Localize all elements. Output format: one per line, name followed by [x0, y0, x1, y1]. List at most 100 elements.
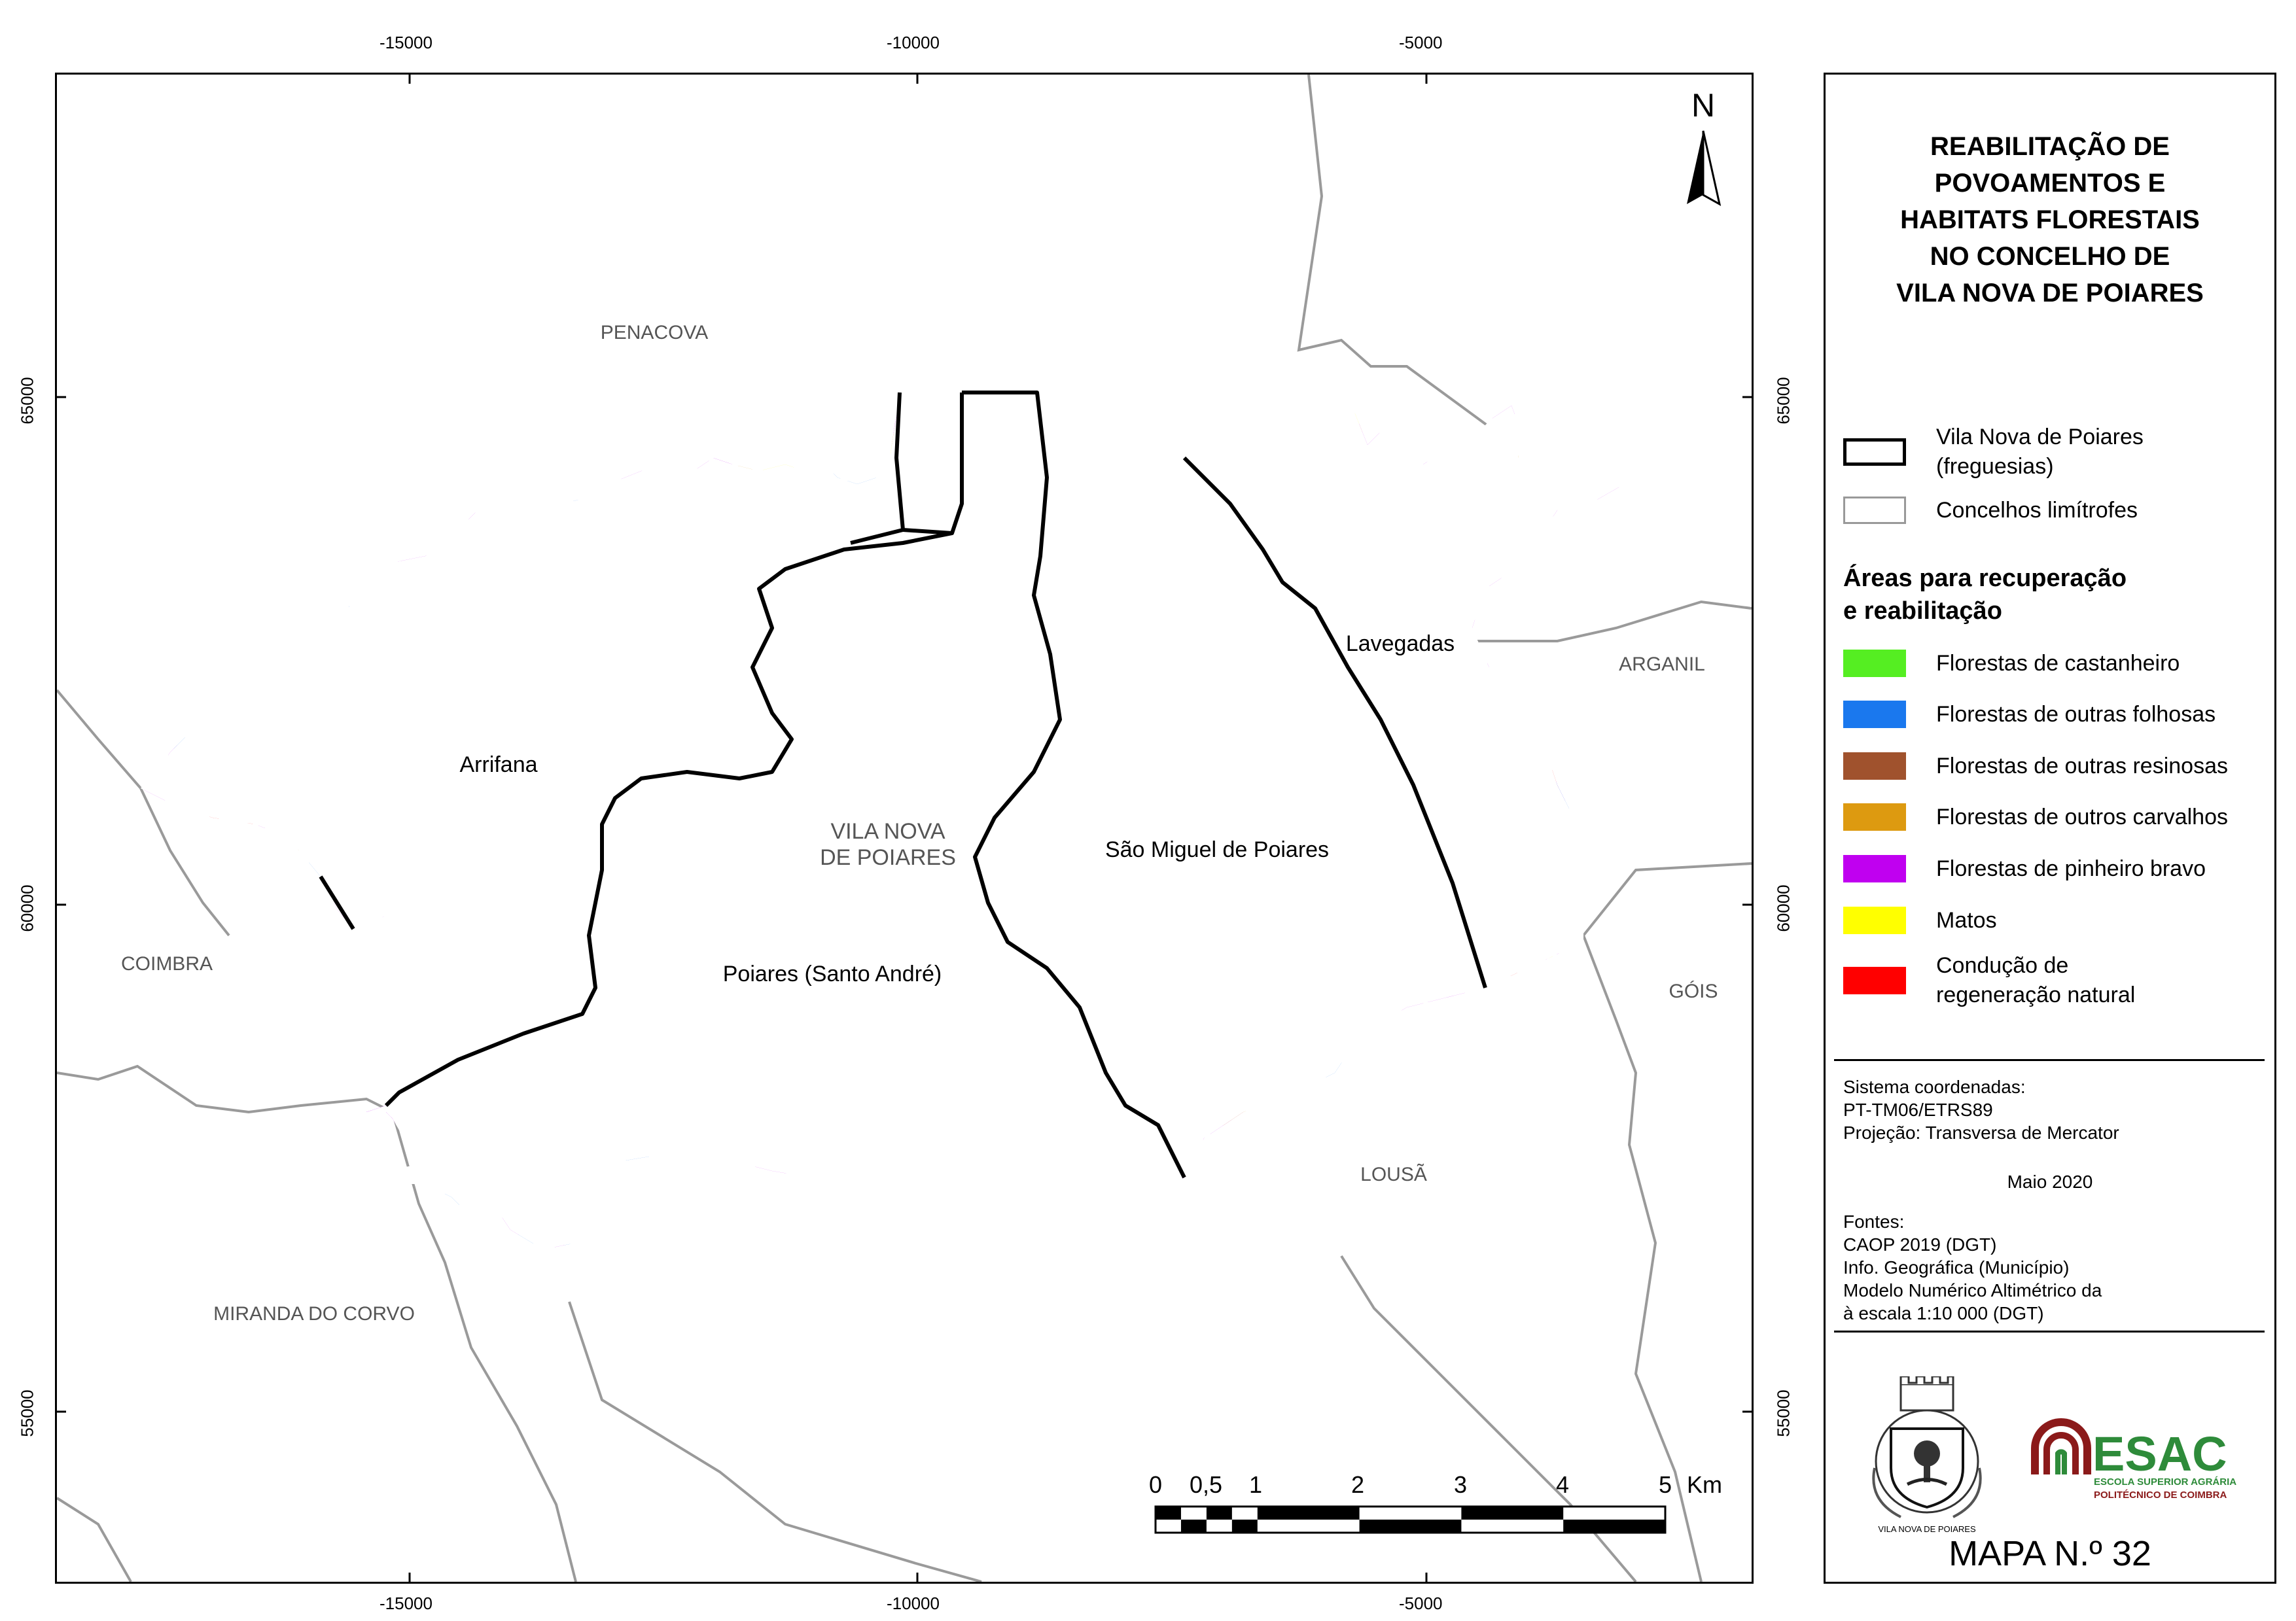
- forest-patch: [1544, 1082, 1586, 1116]
- forest-patch: [1638, 1149, 1667, 1189]
- forest-patch: [1566, 432, 1580, 444]
- forest-patch: [605, 419, 639, 449]
- forest-patch: [1211, 1208, 1242, 1251]
- scale-bar-segment: [1359, 1520, 1462, 1533]
- forest-patch: [1606, 545, 1627, 565]
- forest-patch: [1220, 1141, 1241, 1172]
- legend-title-line: HABITATS FLORESTAIS: [1900, 205, 2200, 234]
- forest-patch: [306, 1076, 336, 1099]
- forest-patch: [1529, 386, 1575, 426]
- forest-patch: [1589, 645, 1623, 678]
- forest-patch: [461, 1249, 499, 1276]
- forest-patch: [1457, 1111, 1487, 1153]
- forest-patch: [1458, 1187, 1477, 1206]
- forest-patch: [1503, 1059, 1523, 1102]
- forest-patch: [1498, 1191, 1527, 1230]
- legend-panel: REABILITAÇÃO DE POVOAMENTOS E HABITATS F…: [1824, 73, 2276, 1584]
- forest-patch: [637, 1194, 674, 1234]
- neighbor-boundary-label: Concelhos limítrofes: [1936, 497, 2138, 523]
- legend-class-swatch: [1843, 701, 1906, 728]
- info-sys1: Sistema coordenadas:: [1843, 1077, 2026, 1097]
- legend-divider: [1834, 1331, 2265, 1333]
- forest-patch: [399, 455, 420, 491]
- forest-patch: [1499, 1182, 1509, 1191]
- place-lavegadas: Lavegadas: [1346, 631, 1455, 656]
- forest-patch: [251, 467, 289, 515]
- forest-patch: [307, 1233, 319, 1241]
- legend-class-row: Florestas de castanheiro: [1843, 644, 2180, 683]
- forest-patch: [1498, 1187, 1520, 1211]
- forest-patch: [238, 564, 267, 584]
- forest-patch: [1624, 532, 1646, 551]
- legend-class-label: Florestas de outras resinosas: [1936, 753, 2228, 778]
- legend-class-label-line2: regeneração natural: [1936, 983, 2136, 1007]
- forest-patch: [316, 1188, 349, 1207]
- forest-patch: [645, 396, 657, 410]
- forest-patch: [1486, 639, 1516, 674]
- scale-bar-segment: [1156, 1507, 1181, 1520]
- forest-patch: [141, 1015, 163, 1056]
- info-proj: Projeção: Transversa de Mercator: [1843, 1123, 2119, 1143]
- forest-patch: [224, 882, 246, 905]
- forest-patch: [376, 387, 416, 429]
- forest-patch: [1621, 769, 1661, 822]
- forest-patch: [1360, 1202, 1376, 1215]
- scale-bar-segment: [1206, 1507, 1232, 1520]
- forest-patch: [323, 1204, 355, 1227]
- forest-patch: [1279, 1134, 1296, 1155]
- forest-patch: [353, 1201, 366, 1213]
- forest-patch: [1591, 798, 1605, 812]
- forest-patch: [1413, 1055, 1426, 1071]
- forest-patch: [412, 507, 429, 521]
- forest-patch: [313, 1188, 328, 1204]
- forest-patch: [255, 1094, 289, 1117]
- forest-patch: [1256, 1127, 1301, 1168]
- grid-x-bottom-3: -5000: [1399, 1594, 1443, 1613]
- place-lousa: LOUSÃ: [1360, 1163, 1427, 1185]
- forest-patch: [323, 1191, 334, 1204]
- forest-patch: [352, 1053, 365, 1060]
- forest-patch: [217, 394, 228, 406]
- forest-patch: [1305, 1219, 1333, 1253]
- forest-patch: [213, 561, 246, 585]
- svg-text:POLITÉCNICO DE COIMBRA: POLITÉCNICO DE COIMBRA: [2094, 1490, 2227, 1501]
- legend-section-head-line1: Áreas para recuperação: [1843, 565, 2127, 592]
- forest-patch: [1385, 1103, 1400, 1117]
- forest-patch: [360, 490, 379, 503]
- forest-patch: [1154, 1241, 1174, 1270]
- forest-patch: [154, 979, 194, 1013]
- legend-class-swatch: [1843, 967, 1906, 994]
- map-number: MAPA N.º 32: [1949, 1534, 2151, 1573]
- parish-boundary-label-line1: Vila Nova de Poiares: [1936, 425, 2144, 449]
- forest-patch: [226, 903, 237, 923]
- forest-patch: [251, 429, 286, 462]
- forest-patch: [247, 600, 284, 642]
- scale-unit: Km: [1687, 1471, 1722, 1498]
- forest-patch: [1508, 1032, 1523, 1052]
- place-sao-miguel: São Miguel de Poiares: [1105, 837, 1329, 862]
- forest-patch: [731, 1194, 758, 1246]
- grid-y-right-2: 60000: [1773, 884, 1793, 932]
- scale-label-5: 5: [1659, 1471, 1672, 1498]
- forest-patch: [141, 697, 154, 713]
- forest-patch: [1302, 1131, 1315, 1145]
- forest-patch: [1549, 956, 1558, 966]
- map-frame[interactable]: PENACOVA ARGANIL COIMBRA GÓIS LOUSÃ MIRA…: [55, 73, 1754, 1584]
- forest-patch: [192, 1075, 202, 1084]
- forest-patch: [141, 1098, 168, 1125]
- forest-patch: [1590, 1256, 1610, 1270]
- forest-patch: [1617, 1206, 1636, 1229]
- forest-patch: [316, 1106, 327, 1115]
- forest-patch: [1444, 1257, 1474, 1276]
- legend-class-swatch: [1843, 803, 1906, 831]
- forest-patch: [198, 1244, 225, 1276]
- forest-patch: [1618, 811, 1629, 825]
- forest-patch: [485, 1226, 508, 1249]
- forest-patch: [256, 828, 275, 846]
- forest-patch: [199, 551, 209, 560]
- forest-patch: [1423, 1080, 1468, 1121]
- forest-patch: [1555, 427, 1580, 451]
- map-canvas[interactable]: PENACOVA ARGANIL COIMBRA GÓIS LOUSÃ MIRA…: [57, 75, 1752, 1582]
- forest-patch: [249, 483, 268, 517]
- forest-patch: [185, 490, 196, 499]
